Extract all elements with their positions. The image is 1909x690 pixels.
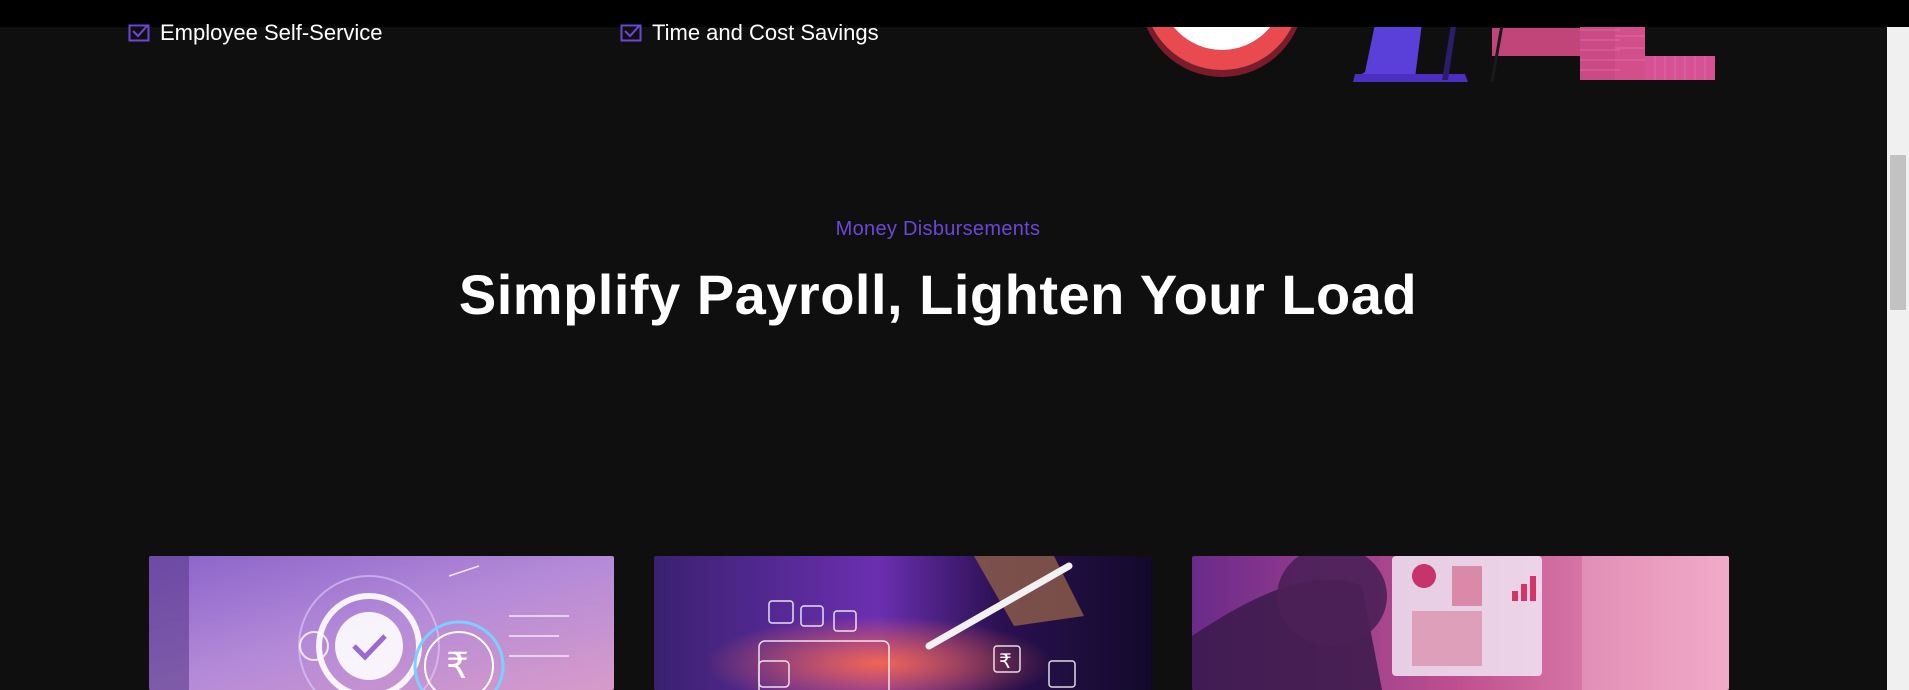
card-payroll-settings[interactable]: ₹ — [149, 556, 614, 690]
check-icon — [128, 23, 150, 43]
feature-label: Time and Cost Savings — [652, 20, 879, 45]
scrollbar-thumb[interactable] — [1890, 155, 1906, 310]
card-digital-finance[interactable]: ₹ — [654, 556, 1152, 690]
card-analytics[interactable] — [1192, 556, 1729, 690]
card-image: ₹ — [149, 556, 614, 690]
card-image: ₹ — [654, 556, 1152, 690]
check-icon — [620, 23, 642, 43]
card-image — [1192, 556, 1729, 690]
feature-employee-self-service: Employee Self-Service — [128, 20, 383, 46]
scrollbar[interactable] — [1887, 0, 1909, 690]
section-title: Simplify Payroll, Lighten Your Load — [458, 263, 1418, 326]
feature-label: Employee Self-Service — [160, 20, 383, 45]
svg-text:₹: ₹ — [999, 649, 1012, 673]
svg-text:₹: ₹ — [446, 646, 469, 687]
page: Employee Self-Service Time and Cost Savi… — [0, 0, 1909, 690]
feature-time-cost-savings: Time and Cost Savings — [620, 20, 879, 46]
section-eyebrow: Money Disbursements — [835, 218, 1041, 240]
